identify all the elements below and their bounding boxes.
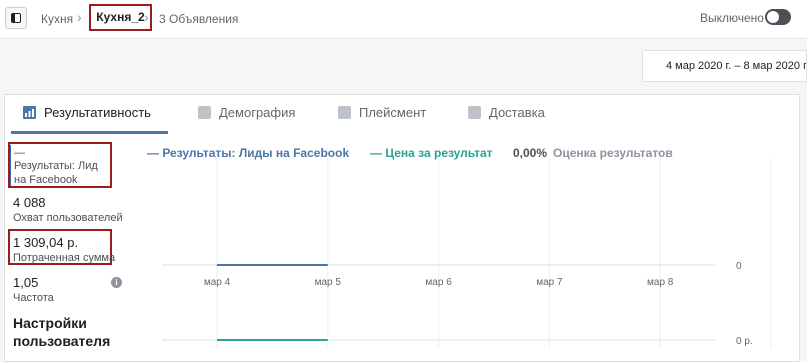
active-tab-indicator xyxy=(11,131,168,134)
sidebar-panel-icon xyxy=(11,13,21,23)
x-tick-label: мар 7 xyxy=(536,277,563,288)
chevron-right-icon: › xyxy=(77,9,82,25)
people-icon xyxy=(198,106,211,119)
toggle-knob xyxy=(767,11,779,23)
placement-icon xyxy=(338,106,351,119)
metric-label-results[interactable]: Результаты: Лид на Facebook xyxy=(14,159,110,187)
metric-value-results: — xyxy=(14,147,25,159)
toggle-panel-button[interactable] xyxy=(5,7,27,29)
delivery-chart-icon xyxy=(468,106,481,119)
breadcrumb-campaign[interactable]: Кухня xyxy=(41,12,73,26)
x-tick-label: мар 8 xyxy=(647,277,674,288)
tab-label: Доставка xyxy=(489,105,545,120)
tab-demographics[interactable]: Демография xyxy=(198,105,295,125)
metric-value-frequency: 1,05 xyxy=(13,275,39,290)
tab-placement[interactable]: Плейсмент xyxy=(338,105,426,125)
tab-label: Плейсмент xyxy=(359,105,427,120)
metric-value-spend: 1 309,04 р. xyxy=(13,235,79,250)
y-tick-label: 0 xyxy=(736,261,742,272)
metric-label-reach[interactable]: Охват пользователей xyxy=(13,211,123,225)
chevron-right-icon: › xyxy=(144,9,149,25)
tab-label: Результативность xyxy=(44,105,151,120)
metric-label-spend[interactable]: Потраченная сумма xyxy=(13,251,115,265)
y-tick-label: 0 р. xyxy=(736,336,753,347)
bar-chart-icon xyxy=(23,106,36,119)
performance-chart: мар 4 мар 5 мар 6 мар 7 мар 8 0 0 р. xyxy=(162,158,772,348)
user-settings-heading[interactable]: Настройки пользователя xyxy=(13,314,133,350)
date-range-picker[interactable]: 4 мар 2020 г. – 8 мар 2020 г. xyxy=(642,50,807,82)
breadcrumb-adset[interactable]: Кухня_2 xyxy=(89,4,152,31)
metric-label-frequency[interactable]: Частота xyxy=(13,291,54,305)
status-toggle[interactable] xyxy=(765,9,791,25)
tab-delivery[interactable]: Доставка xyxy=(468,105,545,125)
x-tick-label: мар 5 xyxy=(315,277,342,288)
breadcrumb-ads[interactable]: 3 Объявления xyxy=(159,12,238,26)
top-bar: Кухня › Кухня_2 › 3 Объявления Выключено xyxy=(0,0,807,39)
tab-performance[interactable]: Результативность xyxy=(23,105,151,125)
info-icon[interactable]: i xyxy=(111,277,122,288)
x-tick-label: мар 4 xyxy=(204,277,231,288)
x-tick-label: мар 6 xyxy=(425,277,452,288)
metric-value-reach: 4 088 xyxy=(13,195,46,210)
status-toggle-label: Выключено xyxy=(700,11,764,25)
tab-label: Демография xyxy=(219,105,296,120)
